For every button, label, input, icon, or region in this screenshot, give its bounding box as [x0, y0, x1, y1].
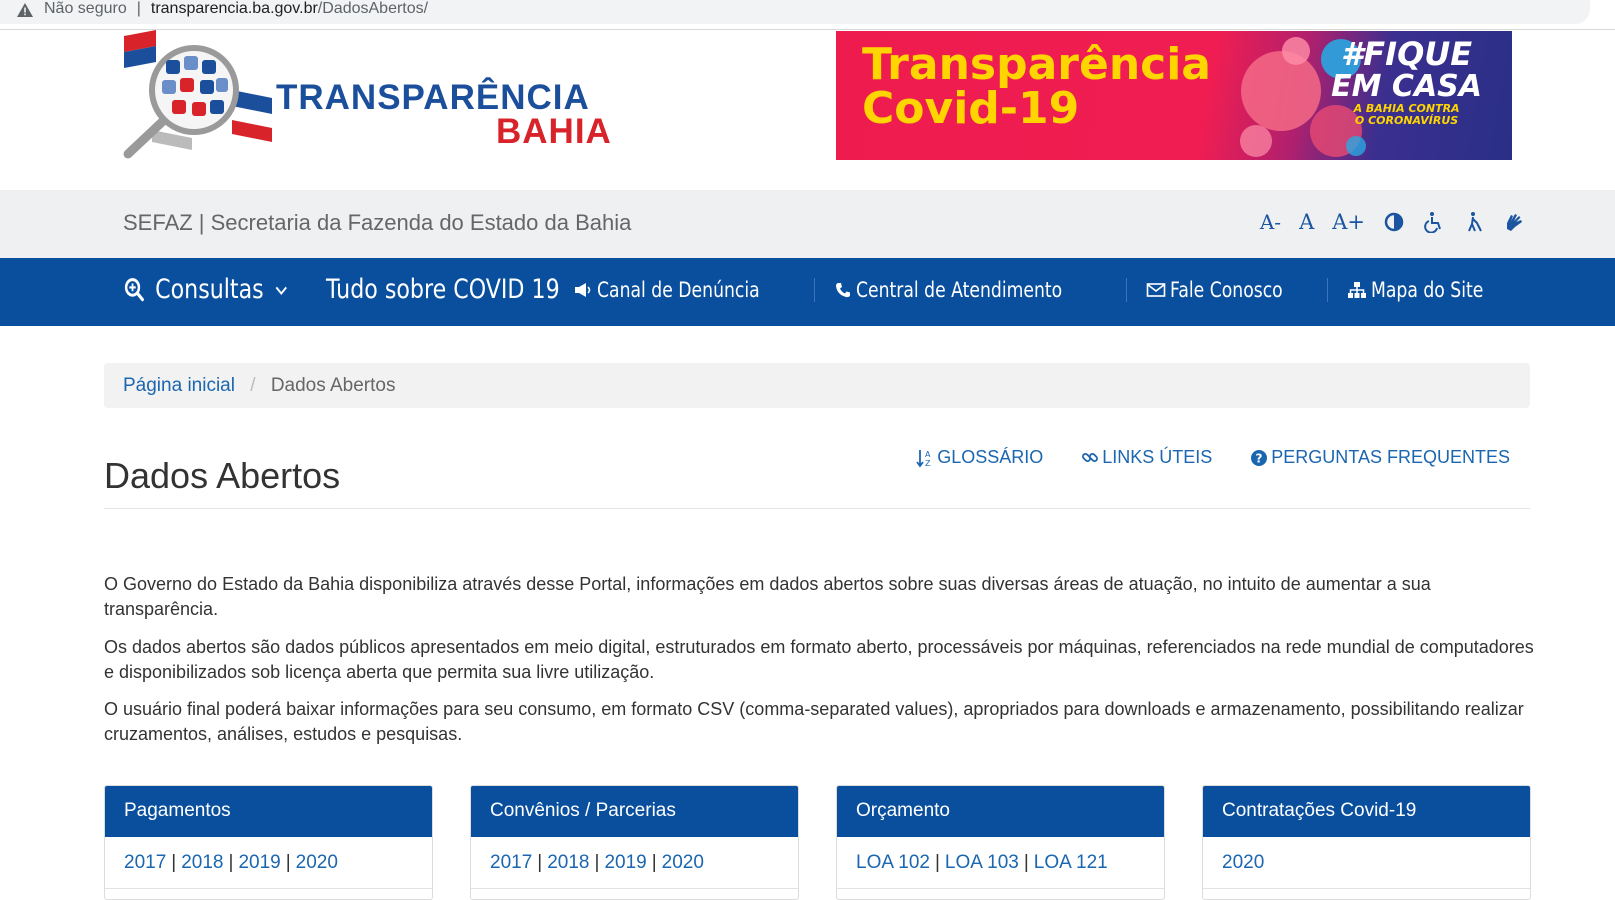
- loa-link[interactable]: LOA 102: [856, 852, 930, 873]
- url-host: transparencia.ba.gov.br: [150, 0, 318, 17]
- breadcrumb: Página inicial / Dados Abertos: [104, 363, 1530, 408]
- svg-text:A: A: [925, 450, 931, 459]
- covid-nav-link[interactable]: Tudo sobre COVID 19: [326, 274, 560, 305]
- breadcrumb-home-link[interactable]: Página inicial: [123, 375, 235, 396]
- transparencia-bahia-logo[interactable]: TRANSPARÊNCIA BAHIA: [122, 30, 632, 160]
- year-link[interactable]: 2018: [181, 852, 223, 873]
- card-orcamento: Orçamento LOA 102 | LOA 103 | LOA 121: [836, 785, 1165, 900]
- year-link[interactable]: 2018: [547, 852, 589, 873]
- megaphone-icon: [574, 283, 590, 297]
- banner-title-line2: Covid-19: [862, 83, 1080, 134]
- hashtag-line2: EM CASA: [1331, 69, 1482, 104]
- year-link[interactable]: 2020: [662, 852, 704, 873]
- fale-conosco-link[interactable]: Fale Conosco: [1126, 278, 1326, 302]
- security-label: Não seguro: [44, 0, 127, 17]
- intro-paragraph-1: O Governo do Estado da Bahia disponibili…: [104, 574, 1431, 619]
- site-header: TRANSPARÊNCIA BAHIA Transparência Covid-…: [0, 30, 1615, 190]
- contrast-icon[interactable]: [1383, 211, 1405, 233]
- phone-icon: [836, 283, 851, 298]
- year-link[interactable]: 2019: [238, 852, 280, 873]
- card-links: LOA 102 | LOA 103 | LOA 121: [837, 837, 1164, 889]
- banner-title: Transparência Covid-19: [862, 43, 1211, 131]
- fale-conosco-label: Fale Conosco: [1170, 278, 1284, 302]
- year-link[interactable]: 2017: [124, 852, 166, 873]
- sefaz-bar: SEFAZ | Secretaria da Fazenda do Estado …: [0, 190, 1615, 258]
- card-links: 2017 | 2018 | 2019 | 2020: [471, 837, 798, 889]
- page-title: Dados Abertos: [104, 455, 341, 496]
- year-link[interactable]: 2019: [604, 852, 646, 873]
- intro-paragraph-3: O usuário final poderá baixar informaçõe…: [104, 699, 1524, 744]
- canal-denuncia-link[interactable]: Canal de Denúncia: [554, 278, 814, 302]
- link-icon: [1082, 452, 1099, 462]
- browser-address-bar: Não seguro | transparencia.ba.gov.br /Da…: [0, 0, 1615, 30]
- font-decrease-button[interactable]: A-: [1260, 210, 1281, 234]
- card-contratacoes-covid: Contratações Covid-19 2020: [1202, 785, 1531, 900]
- card-title: Orçamento: [837, 786, 1164, 837]
- envelope-icon: [1147, 283, 1166, 297]
- question-circle-icon: ?: [1251, 449, 1268, 466]
- address-separator: |: [136, 0, 141, 17]
- magnifier-logo-icon: [123, 30, 272, 159]
- hashtag-line1: #FIQUE: [1341, 35, 1473, 73]
- card-title: Pagamentos: [105, 786, 432, 837]
- breadcrumb-current: Dados Abertos: [270, 375, 396, 396]
- covid-nav-label: Tudo sobre COVID 19: [326, 274, 560, 305]
- font-normal-button[interactable]: A: [1299, 210, 1314, 234]
- year-link[interactable]: 2020: [1222, 852, 1264, 873]
- sign-language-icon[interactable]: [1503, 211, 1525, 233]
- central-atendimento-link[interactable]: Central de Atendimento: [814, 278, 1126, 302]
- loa-link[interactable]: LOA 121: [1034, 852, 1108, 873]
- mapa-site-label: Mapa do Site: [1370, 278, 1484, 302]
- font-increase-button[interactable]: A+: [1332, 210, 1365, 234]
- sort-alpha-icon: A Z: [916, 449, 931, 468]
- consultas-menu[interactable]: Consultas: [124, 274, 288, 305]
- covid-banner[interactable]: Transparência Covid-19 #FIQUE EM CASA A …: [836, 31, 1512, 160]
- breadcrumb-separator: /: [250, 375, 256, 396]
- page-utility-links: A Z GLOSSÁRIO LINKS ÚTEIS ? PERGUNTAS FR…: [916, 447, 1510, 468]
- mapa-site-link[interactable]: Mapa do Site: [1326, 278, 1527, 302]
- main-nav: Consultas Tudo sobre COVID 19 Canal de D…: [0, 258, 1615, 326]
- links-uteis-link[interactable]: LINKS ÚTEIS: [1081, 447, 1212, 468]
- accessibility-toolbar: A- A A+: [1260, 210, 1525, 234]
- loa-link[interactable]: LOA 103: [945, 852, 1019, 873]
- svg-text:?: ?: [1256, 451, 1263, 465]
- warning-icon: [17, 3, 33, 17]
- search-plus-icon: [124, 277, 144, 301]
- blind-person-icon[interactable]: [1463, 211, 1485, 233]
- card-links: 2020: [1203, 837, 1530, 889]
- banner-hashtag: #FIQUE EM CASA A BAHIA CONTRA O CORONAVÍ…: [1331, 37, 1482, 127]
- card-title: Convênios / Parcerias: [471, 786, 798, 837]
- intro-paragraph-2: Os dados abertos são dados públicos apre…: [104, 637, 1534, 682]
- consultas-label: Consultas: [155, 274, 264, 305]
- url-path: /DadosAbertos/: [317, 0, 429, 17]
- glossario-link[interactable]: A Z GLOSSÁRIO: [916, 447, 1043, 468]
- links-uteis-label: LINKS ÚTEIS: [1102, 447, 1213, 467]
- year-link[interactable]: 2020: [296, 852, 338, 873]
- sitemap-icon: [1347, 282, 1366, 298]
- banner-title-line1: Transparência: [862, 39, 1211, 90]
- perguntas-frequentes-label: PERGUNTAS FREQUENTES: [1271, 447, 1510, 467]
- card-title: Contratações Covid-19: [1203, 786, 1530, 837]
- hashtag-line4: O CORONAVÍRUS: [1354, 114, 1459, 127]
- card-links: 2017 | 2018 | 2019 | 2020: [105, 837, 432, 889]
- wheelchair-icon[interactable]: [1423, 211, 1445, 233]
- card-pagamentos: Pagamentos 2017 | 2018 | 2019 | 2020: [104, 785, 433, 900]
- central-atendimento-label: Central de Atendimento: [856, 278, 1063, 302]
- glossario-label: GLOSSÁRIO: [937, 447, 1044, 467]
- chevron-down-icon: [275, 286, 288, 295]
- address-field[interactable]: Não seguro | transparencia.ba.gov.br /Da…: [0, 0, 1590, 24]
- sefaz-title[interactable]: SEFAZ | Secretaria da Fazenda do Estado …: [123, 210, 631, 236]
- perguntas-frequentes-link[interactable]: ? PERGUNTAS FREQUENTES: [1250, 447, 1510, 468]
- card-convenios-parcerias: Convênios / Parcerias 2017 | 2018 | 2019 | 202…: [470, 785, 799, 900]
- logo-text-bahia: BAHIA: [496, 112, 612, 151]
- title-divider: [104, 508, 1530, 509]
- year-link[interactable]: 2017: [490, 852, 532, 873]
- canal-denuncia-label: Canal de Denúncia: [596, 278, 760, 302]
- svg-text:Z: Z: [925, 459, 931, 468]
